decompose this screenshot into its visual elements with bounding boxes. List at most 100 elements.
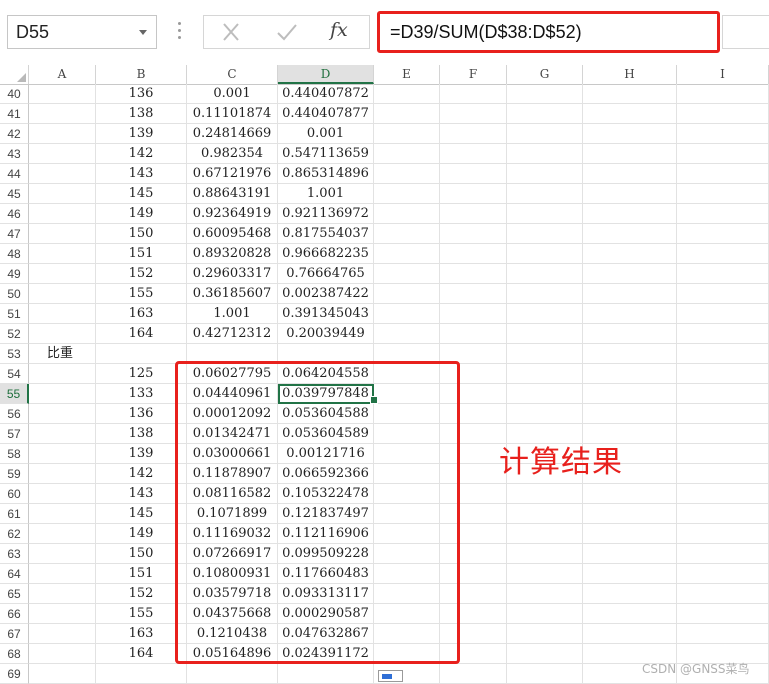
cell-h61[interactable] [583, 504, 677, 524]
cell-b55[interactable]: 133 [96, 384, 187, 404]
cell-d68[interactable]: 0.024391172 [278, 644, 374, 664]
cell-e59[interactable] [374, 464, 440, 484]
cell-i44[interactable] [677, 164, 769, 184]
cell-a48[interactable] [29, 244, 96, 264]
cell-a51[interactable] [29, 304, 96, 324]
cell-b61[interactable]: 145 [96, 504, 187, 524]
cell-e60[interactable] [374, 484, 440, 504]
row-header[interactable]: 52 [0, 324, 29, 344]
cell-h66[interactable] [583, 604, 677, 624]
column-header-b[interactable]: B [96, 65, 187, 84]
cell-a53[interactable]: 比重 [29, 344, 96, 364]
cell-c47[interactable]: 0.60095468 [187, 224, 278, 244]
cell-i46[interactable] [677, 204, 769, 224]
cell-i58[interactable] [677, 444, 769, 464]
cell-f45[interactable] [440, 184, 507, 204]
cell-f60[interactable] [440, 484, 507, 504]
cell-h43[interactable] [583, 144, 677, 164]
row-header[interactable]: 55 [0, 384, 29, 404]
cell-c45[interactable]: 0.88643191 [187, 184, 278, 204]
cell-e46[interactable] [374, 204, 440, 224]
cell-i50[interactable] [677, 284, 769, 304]
cell-d65[interactable]: 0.093313117 [278, 584, 374, 604]
cell-b57[interactable]: 138 [96, 424, 187, 444]
cell-e43[interactable] [374, 144, 440, 164]
cell-g46[interactable] [507, 204, 583, 224]
cell-g67[interactable] [507, 624, 583, 644]
cell-a50[interactable] [29, 284, 96, 304]
row-header[interactable]: 48 [0, 244, 29, 264]
cell-a40[interactable] [29, 84, 96, 104]
column-header-a[interactable]: A [29, 65, 96, 84]
cell-h55[interactable] [583, 384, 677, 404]
cell-g53[interactable] [507, 344, 583, 364]
cell-d45[interactable]: 1.001 [278, 184, 374, 204]
cell-i65[interactable] [677, 584, 769, 604]
cell-e61[interactable] [374, 504, 440, 524]
cell-h49[interactable] [583, 264, 677, 284]
row-header[interactable]: 56 [0, 404, 29, 424]
cell-a42[interactable] [29, 124, 96, 144]
cell-h44[interactable] [583, 164, 677, 184]
cell-d43[interactable]: 0.547113659 [278, 144, 374, 164]
cell-h56[interactable] [583, 404, 677, 424]
select-all-corner[interactable] [0, 65, 29, 84]
column-header-d[interactable]: D [278, 65, 374, 84]
cell-d49[interactable]: 0.76664765 [278, 264, 374, 284]
cell-b62[interactable]: 149 [96, 524, 187, 544]
cell-a41[interactable] [29, 104, 96, 124]
row-header[interactable]: 44 [0, 164, 29, 184]
cell-e52[interactable] [374, 324, 440, 344]
cell-d41[interactable]: 0.440407877 [278, 104, 374, 124]
formula-input[interactable]: =D39/SUM(D$38:D$52) [377, 11, 720, 53]
more-options-icon[interactable] [178, 22, 182, 42]
cell-b49[interactable]: 152 [96, 264, 187, 284]
cell-c63[interactable]: 0.07266917 [187, 544, 278, 564]
cell-h64[interactable] [583, 564, 677, 584]
cell-f64[interactable] [440, 564, 507, 584]
cell-i41[interactable] [677, 104, 769, 124]
row-header[interactable]: 42 [0, 124, 29, 144]
cell-b50[interactable]: 155 [96, 284, 187, 304]
cell-c52[interactable]: 0.42712312 [187, 324, 278, 344]
column-header-c[interactable]: C [187, 65, 278, 84]
cell-h67[interactable] [583, 624, 677, 644]
cell-c43[interactable]: 0.982354 [187, 144, 278, 164]
cell-d66[interactable]: 0.000290587 [278, 604, 374, 624]
row-header[interactable]: 51 [0, 304, 29, 324]
cell-c61[interactable]: 0.1071899 [187, 504, 278, 524]
row-header[interactable]: 68 [0, 644, 29, 664]
cell-f67[interactable] [440, 624, 507, 644]
row-header[interactable]: 66 [0, 604, 29, 624]
cell-b67[interactable]: 163 [96, 624, 187, 644]
cell-a46[interactable] [29, 204, 96, 224]
cell-d62[interactable]: 0.112116906 [278, 524, 374, 544]
cell-i61[interactable] [677, 504, 769, 524]
cell-e47[interactable] [374, 224, 440, 244]
cell-d64[interactable]: 0.117660483 [278, 564, 374, 584]
cell-i43[interactable] [677, 144, 769, 164]
cell-d63[interactable]: 0.099509228 [278, 544, 374, 564]
row-header[interactable]: 47 [0, 224, 29, 244]
cell-g65[interactable] [507, 584, 583, 604]
cell-i67[interactable] [677, 624, 769, 644]
cell-h41[interactable] [583, 104, 677, 124]
cell-d57[interactable]: 0.053604589 [278, 424, 374, 444]
cell-h51[interactable] [583, 304, 677, 324]
cell-e54[interactable] [374, 364, 440, 384]
cell-b41[interactable]: 138 [96, 104, 187, 124]
cell-d56[interactable]: 0.053604588 [278, 404, 374, 424]
cell-c64[interactable]: 0.10800931 [187, 564, 278, 584]
cell-d47[interactable]: 0.817554037 [278, 224, 374, 244]
cell-f66[interactable] [440, 604, 507, 624]
cell-d44[interactable]: 0.865314896 [278, 164, 374, 184]
cell-f56[interactable] [440, 404, 507, 424]
cell-b68[interactable]: 164 [96, 644, 187, 664]
row-header[interactable]: 46 [0, 204, 29, 224]
cell-b40[interactable]: 136 [96, 84, 187, 104]
cell-b64[interactable]: 151 [96, 564, 187, 584]
cell-d51[interactable]: 0.391345043 [278, 304, 374, 324]
cell-i53[interactable] [677, 344, 769, 364]
cell-e45[interactable] [374, 184, 440, 204]
cell-f47[interactable] [440, 224, 507, 244]
